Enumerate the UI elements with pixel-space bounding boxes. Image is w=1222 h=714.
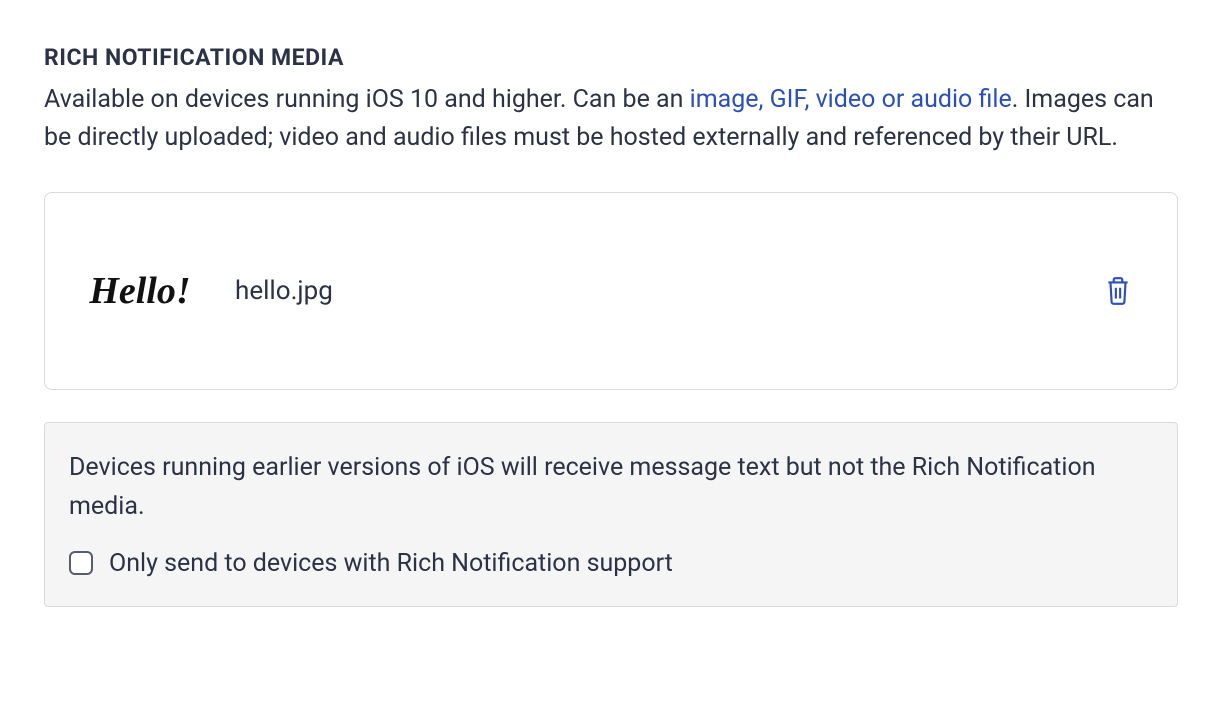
media-types-link[interactable]: image, GIF, video or audio file <box>690 85 1012 114</box>
rich-notification-only-checkbox[interactable] <box>69 551 93 575</box>
media-thumbnail: Hello! <box>85 251 195 331</box>
info-panel: Devices running earlier versions of iOS … <box>44 422 1178 607</box>
checkbox-row: Only send to devices with Rich Notificat… <box>69 549 1153 578</box>
rich-notification-only-label[interactable]: Only send to devices with Rich Notificat… <box>109 549 673 578</box>
info-notice: Devices running earlier versions of iOS … <box>69 449 1153 527</box>
delete-media-button[interactable] <box>1099 270 1137 312</box>
media-filename: hello.jpg <box>235 276 1099 306</box>
section-description: Available on devices running iOS 10 and … <box>44 81 1178 156</box>
description-prefix: Available on devices running iOS 10 and … <box>44 85 690 114</box>
trash-icon <box>1105 276 1131 306</box>
section-title: RICH NOTIFICATION MEDIA <box>44 44 1178 71</box>
media-upload-card: Hello! hello.jpg <box>44 192 1178 390</box>
